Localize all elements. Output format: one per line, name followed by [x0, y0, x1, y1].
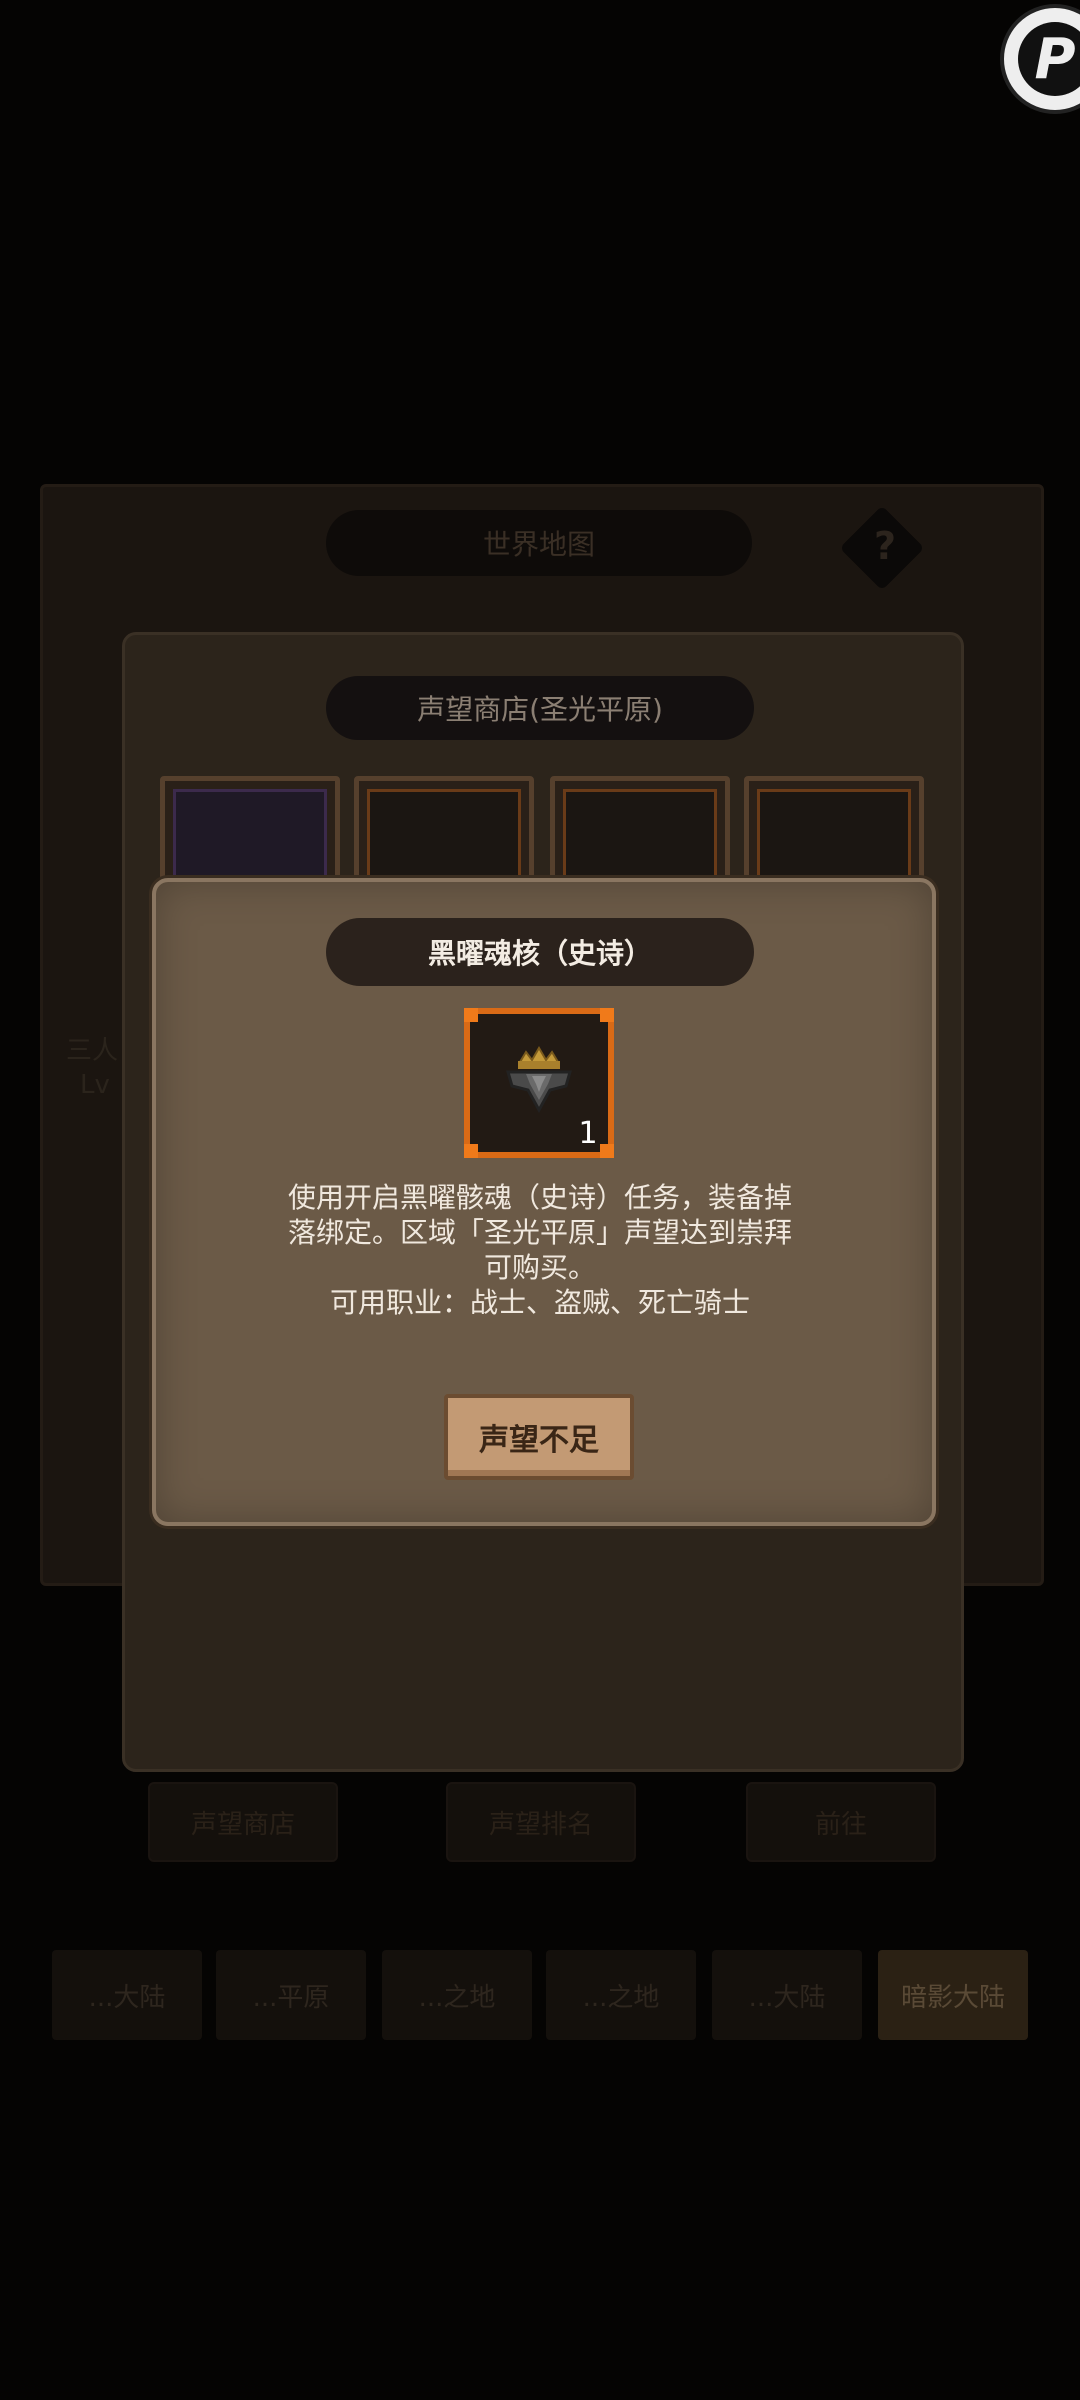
reputation-rank-button[interactable]: 声望排名	[446, 1782, 636, 1862]
bg-side-label: 三人	[66, 1036, 119, 1066]
reputation-shop-button[interactable]: 声望商店	[148, 1782, 338, 1862]
region-tab-3[interactable]: ...之地	[382, 1950, 532, 2040]
region-tab-2[interactable]: ...平原	[216, 1950, 366, 2040]
reputation-shop-title: 声望商店(圣光平原)	[326, 676, 754, 740]
shop-item-slot-4[interactable]	[744, 776, 924, 886]
goto-button[interactable]: 前往	[746, 1782, 936, 1862]
bg-side-level: Lv	[80, 1070, 110, 1100]
region-tab-4[interactable]: ...之地	[546, 1950, 696, 2040]
item-description: 使用开启黑曜骸魂（史诗）任务，装备掉 落绑定。区域「圣光平原」声望达到崇拜 可购…	[180, 1180, 900, 1320]
description-line-3: 可购买。	[483, 1251, 596, 1284]
description-line-1: 使用开启黑曜骸魂（史诗）任务，装备掉	[287, 1181, 792, 1214]
app-badge[interactable]: P	[1000, 4, 1080, 114]
shop-item-slot-3[interactable]	[550, 776, 730, 886]
description-line-2: 落绑定。区域「圣光平原」声望达到崇拜	[287, 1216, 792, 1249]
region-tab-1[interactable]: ...大陆	[52, 1950, 202, 2040]
region-tab-6[interactable]: 暗影大陆	[878, 1950, 1028, 2040]
help-icon: ?	[873, 524, 897, 568]
app-badge-icon: P	[1018, 22, 1080, 96]
shop-item-slot-1[interactable]	[160, 776, 340, 886]
region-tab-5[interactable]: ...大陆	[712, 1950, 862, 2040]
item-title: 黑曜魂核（史诗）	[326, 918, 754, 986]
item-count: 1	[578, 1116, 598, 1151]
insufficient-reputation-button[interactable]: 声望不足	[444, 1394, 634, 1480]
world-map-title: 世界地图	[326, 510, 752, 576]
description-line-4: 可用职业：战士、盗贼、死亡骑士	[329, 1286, 750, 1319]
shop-item-slot-2[interactable]	[354, 776, 534, 886]
